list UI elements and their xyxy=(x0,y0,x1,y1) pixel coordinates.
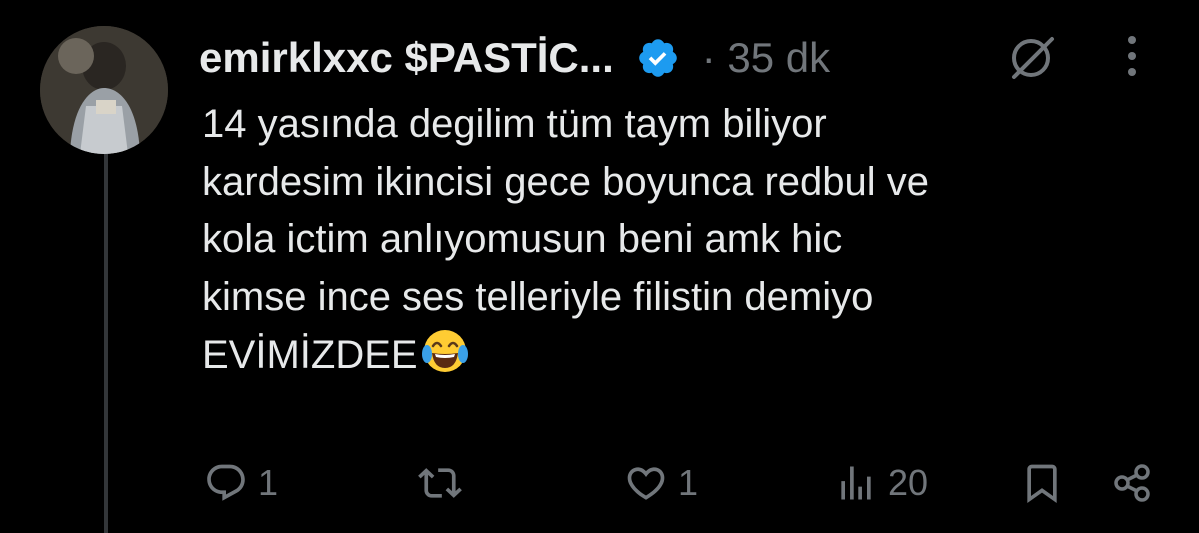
verified-badge-icon[interactable] xyxy=(636,36,680,80)
tweet-text: 14 yasında degilim tüm taym biliyor kard… xyxy=(202,96,1162,385)
bookmark-icon xyxy=(1027,464,1057,504)
retweet-button[interactable] xyxy=(418,458,472,508)
heart-icon xyxy=(627,467,665,500)
tweet-header: emirklxxc $PASTİC... · 35 dk xyxy=(199,30,830,86)
like-button[interactable]: 1 xyxy=(624,458,698,508)
more-options-icon[interactable] xyxy=(1120,34,1144,78)
tweet-actions: 1 1 20 xyxy=(0,458,1199,508)
tweet-text-content: 14 yasında degilim tüm taym biliyor kard… xyxy=(202,102,930,377)
retweet-icon xyxy=(418,468,462,498)
views-chart-icon xyxy=(841,466,871,500)
reply-count: 1 xyxy=(258,462,279,503)
reply-button[interactable]: 1 xyxy=(204,458,278,508)
bookmark-button[interactable] xyxy=(1020,458,1064,508)
display-name[interactable]: emirklxxc $PASTİC... xyxy=(199,34,614,82)
share-button[interactable] xyxy=(1110,458,1154,508)
like-count: 1 xyxy=(678,462,699,503)
face-with-tears-of-joy-icon xyxy=(421,330,468,372)
views-button[interactable]: 20 xyxy=(834,458,928,508)
grok-icon[interactable] xyxy=(1006,31,1058,83)
avatar[interactable] xyxy=(40,26,168,154)
views-count: 20 xyxy=(888,462,929,503)
timestamp[interactable]: · 35 dk xyxy=(702,34,830,82)
reply-icon xyxy=(207,464,245,501)
share-icon xyxy=(1114,464,1150,502)
avatar-photo xyxy=(40,26,168,154)
